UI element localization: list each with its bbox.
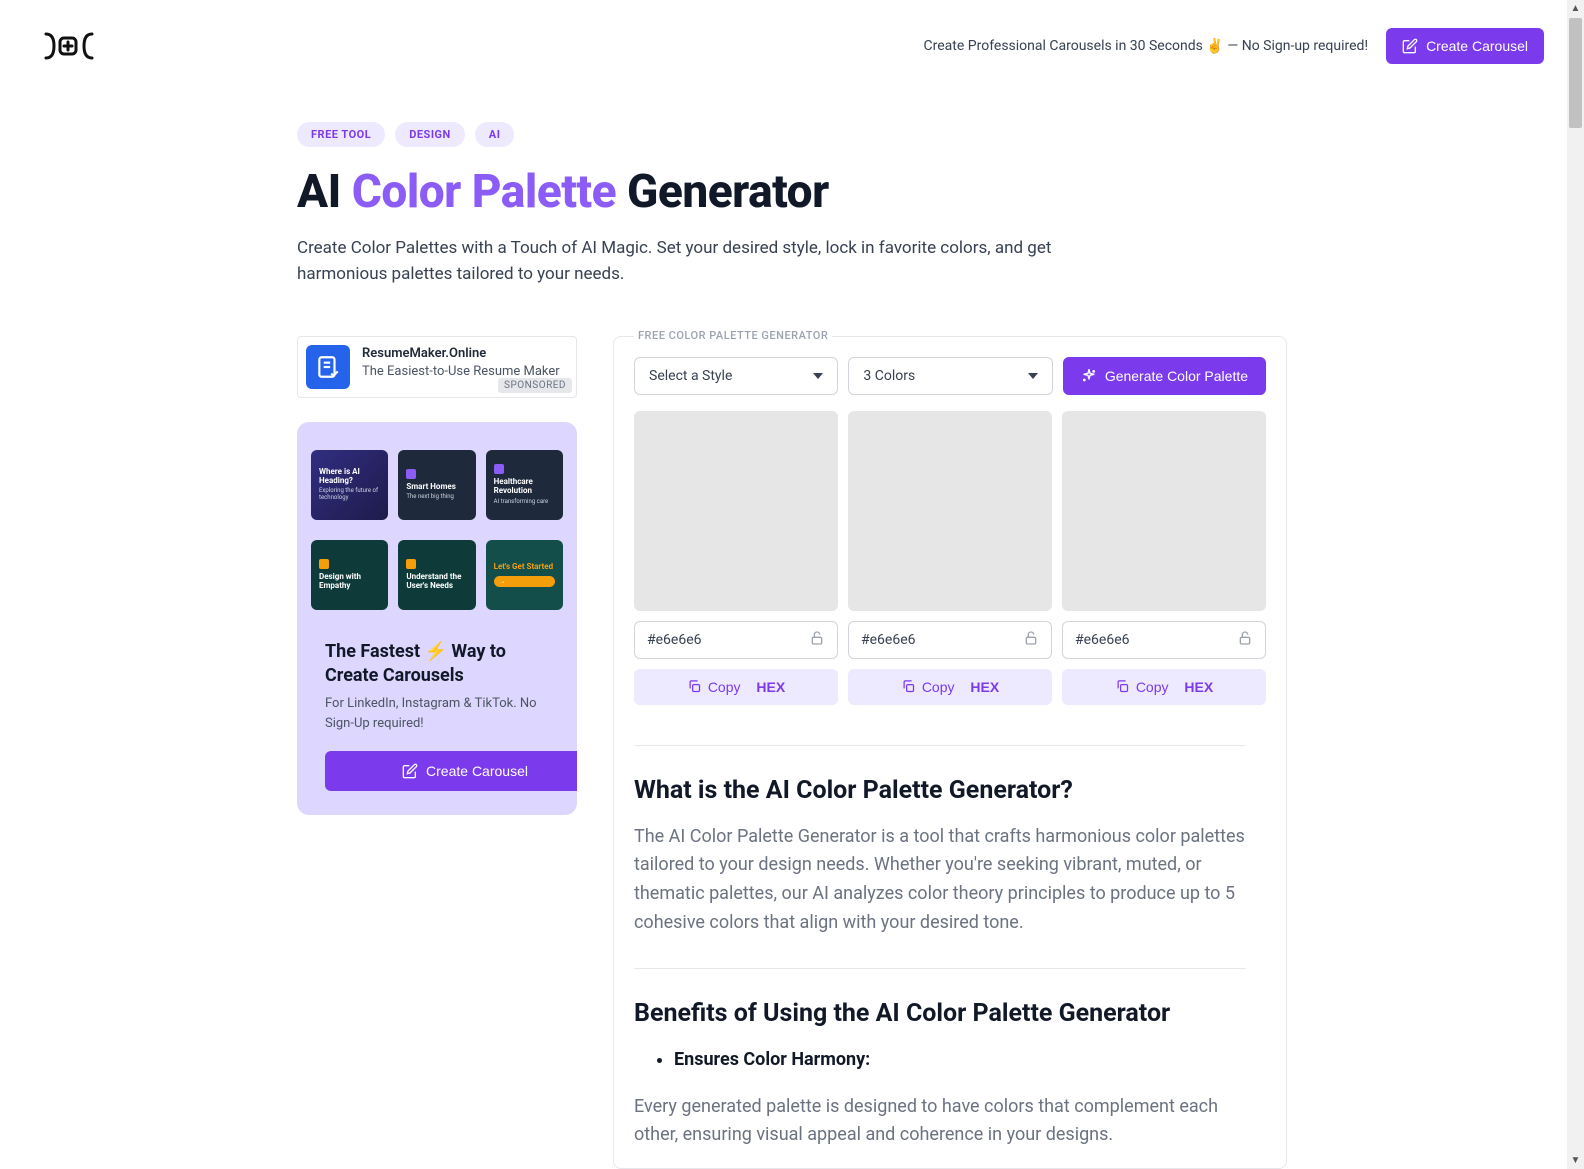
copy-icon <box>1115 679 1130 694</box>
page-title: AI Color Palette Generator <box>297 165 1287 219</box>
sparkle-icon <box>1081 368 1097 384</box>
article-paragraph: Every generated palette is designed to h… <box>634 1093 1246 1151</box>
tag-row: FREE TOOL DESIGN AI <box>297 122 1287 147</box>
scrollbar[interactable]: ▲ ▼ <box>1567 0 1584 1169</box>
peace-emoji: ✌️ <box>1206 38 1223 54</box>
copy-hex-button[interactable]: Copy HEX <box>634 669 838 705</box>
tag-free-tool: FREE TOOL <box>297 122 385 147</box>
sponsored-label: SPONSORED <box>498 378 572 393</box>
color-swatch[interactable] <box>634 411 838 611</box>
promo-slide: Smart Homes The next big thing <box>398 450 475 520</box>
header-tagline: Create Professional Carousels in 30 Seco… <box>924 38 1369 54</box>
color-swatch[interactable] <box>848 411 1052 611</box>
color-count-select[interactable]: 3 Colors <box>848 357 1052 395</box>
copy-icon <box>687 679 702 694</box>
swatch-column: #e6e6e6 Copy HEX <box>1062 411 1266 705</box>
hex-input[interactable]: #e6e6e6 <box>634 621 838 659</box>
scrollbar-thumb[interactable] <box>1569 18 1582 128</box>
promo-heading: The Fastest ⚡ Way to Create Carousels <box>325 640 549 689</box>
divider <box>634 968 1246 969</box>
promo-slide: Design with Empathy <box>311 540 388 610</box>
create-carousel-button[interactable]: Create Carousel <box>1386 28 1544 64</box>
article-heading-2: Benefits of Using the AI Color Palette G… <box>634 999 1246 1028</box>
scroll-up-icon[interactable]: ▲ <box>1567 0 1584 17</box>
promo-slide: Understand the User's Needs <box>398 540 475 610</box>
logo[interactable] <box>40 32 98 60</box>
swatch-row: #e6e6e6 Copy HEX <box>634 411 1266 705</box>
panel-legend: FREE COLOR PALETTE GENERATOR <box>634 329 832 342</box>
swatch-column: #e6e6e6 Copy HEX <box>848 411 1052 705</box>
copy-icon <box>901 679 916 694</box>
article-body: What is the AI Color Palette Generator? … <box>634 705 1266 1151</box>
sponsor-title: ResumeMaker.Online <box>362 345 560 363</box>
edit-icon <box>402 763 418 779</box>
page-subtitle: Create Color Palettes with a Touch of AI… <box>297 235 1117 288</box>
app-header: Create Professional Carousels in 30 Seco… <box>0 0 1584 64</box>
hex-input[interactable]: #e6e6e6 <box>1062 621 1266 659</box>
tag-ai: AI <box>475 122 515 147</box>
lock-open-icon[interactable] <box>1023 630 1039 650</box>
color-swatch[interactable] <box>1062 411 1266 611</box>
bolt-emoji: ⚡ <box>425 641 447 662</box>
scroll-down-icon[interactable]: ▼ <box>1567 1152 1584 1169</box>
promo-slide: Healthcare Revolution AI transforming ca… <box>486 450 563 520</box>
article-paragraph: The AI Color Palette Generator is a tool… <box>634 823 1246 938</box>
edit-icon <box>1402 38 1418 54</box>
chevron-down-icon <box>813 373 823 379</box>
promo-slide: Let's Get Started → <box>486 540 563 610</box>
promo-slide: Where is AI Heading? Exploring the futur… <box>311 450 388 520</box>
generator-panel: FREE COLOR PALETTE GENERATOR Select a St… <box>613 336 1287 1169</box>
sponsored-card[interactable]: ResumeMaker.Online The Easiest-to-Use Re… <box>297 336 577 398</box>
copy-hex-button[interactable]: Copy HEX <box>1062 669 1266 705</box>
chevron-down-icon <box>1028 373 1038 379</box>
tag-design: DESIGN <box>395 122 465 147</box>
promo-card: Where is AI Heading? Exploring the futur… <box>297 422 577 816</box>
promo-subtitle: For LinkedIn, Instagram & TikTok. No Sig… <box>325 694 549 733</box>
promo-preview: Where is AI Heading? Exploring the futur… <box>297 422 577 634</box>
generate-palette-button[interactable]: Generate Color Palette <box>1063 357 1266 395</box>
promo-create-carousel-button[interactable]: Create Carousel <box>325 751 577 791</box>
copy-hex-button[interactable]: Copy HEX <box>848 669 1052 705</box>
article-list-item: Ensures Color Harmony: <box>674 1046 1246 1075</box>
divider <box>634 745 1246 746</box>
style-select[interactable]: Select a Style <box>634 357 838 395</box>
article-heading-1: What is the AI Color Palette Generator? <box>634 776 1246 805</box>
hex-input[interactable]: #e6e6e6 <box>848 621 1052 659</box>
swatch-column: #e6e6e6 Copy HEX <box>634 411 838 705</box>
lock-open-icon[interactable] <box>809 630 825 650</box>
sponsor-logo <box>306 345 350 389</box>
lock-open-icon[interactable] <box>1237 630 1253 650</box>
